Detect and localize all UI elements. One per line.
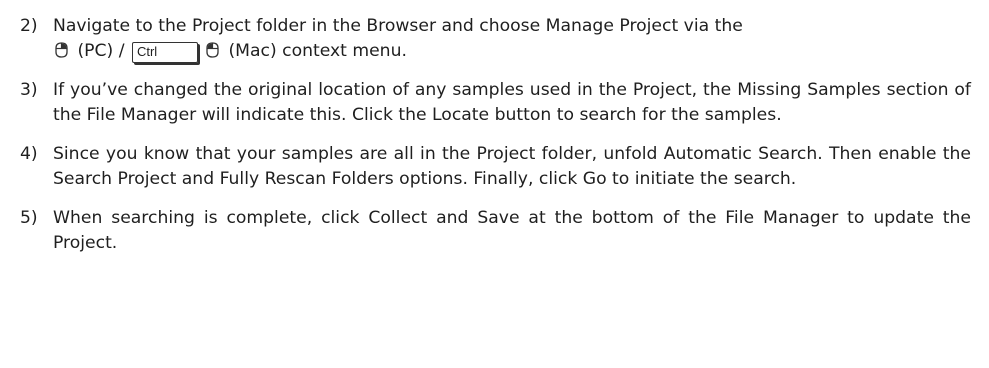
step-number: 5) (20, 208, 38, 228)
step-number: 3) (20, 80, 38, 100)
click-mouse-icon (206, 41, 219, 58)
step-number: 2) (20, 16, 38, 36)
step-3: 3) If you’ve changed the original locati… (20, 78, 971, 127)
ctrl-key-icon: Ctrl (131, 41, 198, 63)
right-click-mouse-icon (55, 41, 68, 58)
mac-label: (Mac) context menu. (228, 40, 407, 61)
instructions-page: 2) Navigate to the Project folder in the… (0, 0, 989, 368)
step-2-line1: Navigate to the Project folder in the Br… (53, 16, 743, 36)
pc-label: (PC) / (77, 40, 125, 61)
step-number: 4) (20, 144, 38, 164)
step-text: If you’ve changed the original location … (53, 80, 971, 125)
step-text: Navigate to the Project folder in the Br… (53, 14, 971, 63)
step-4: 4) Since you know that your samples are … (20, 142, 971, 191)
step-text: When searching is complete, click Collec… (53, 208, 971, 253)
step-5: 5) When searching is complete, click Col… (20, 206, 971, 255)
step-2: 2) Navigate to the Project folder in the… (20, 14, 971, 63)
step-text: Since you know that your samples are all… (53, 144, 971, 189)
